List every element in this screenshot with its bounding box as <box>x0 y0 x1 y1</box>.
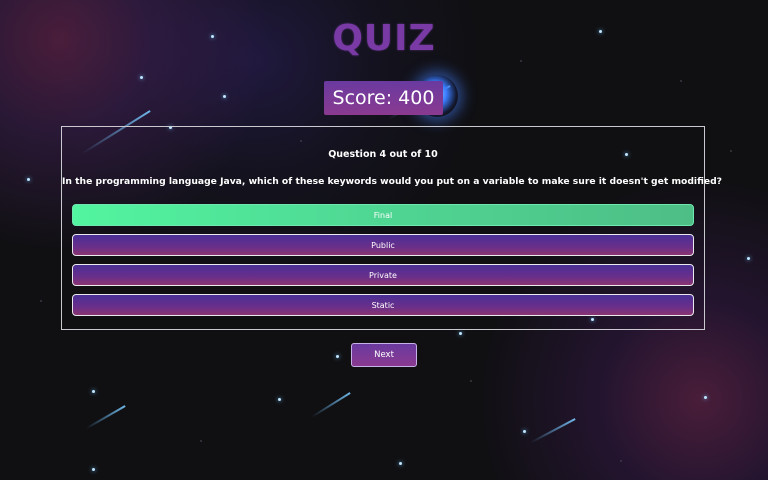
star <box>680 80 682 82</box>
star <box>92 468 95 471</box>
star <box>523 430 526 433</box>
star <box>520 60 522 62</box>
answer-button-static[interactable]: Static <box>72 294 694 316</box>
star <box>140 76 143 79</box>
shooting-star <box>530 418 576 443</box>
quiz-screen: QUIZ Score: 400 Question 4 out of 10 In … <box>0 0 768 480</box>
score-badge: Score: 400 <box>324 81 443 115</box>
score-area: Score: 400 <box>324 75 458 117</box>
shooting-star <box>85 405 126 429</box>
star <box>336 355 339 358</box>
answer-list: Final Public Private Static <box>72 204 694 324</box>
star <box>620 460 622 462</box>
star <box>40 300 42 302</box>
star <box>730 150 732 152</box>
answer-button-private[interactable]: Private <box>72 264 694 286</box>
question-counter: Question 4 out of 10 <box>328 149 438 160</box>
question-panel: Question 4 out of 10 In the programming … <box>61 126 723 330</box>
star <box>470 380 472 382</box>
shooting-star <box>311 392 351 418</box>
page-title: QUIZ <box>332 18 436 59</box>
star <box>747 257 750 260</box>
answer-button-final[interactable]: Final <box>72 204 694 226</box>
star <box>278 398 281 401</box>
star <box>27 178 30 181</box>
star <box>399 462 402 465</box>
question-text: In the programming language Java, which … <box>62 176 723 187</box>
answer-button-public[interactable]: Public <box>72 234 694 256</box>
star <box>704 396 707 399</box>
star <box>459 332 462 335</box>
next-button[interactable]: Next <box>351 343 417 367</box>
star <box>223 95 226 98</box>
star <box>92 390 95 393</box>
star <box>200 440 202 442</box>
